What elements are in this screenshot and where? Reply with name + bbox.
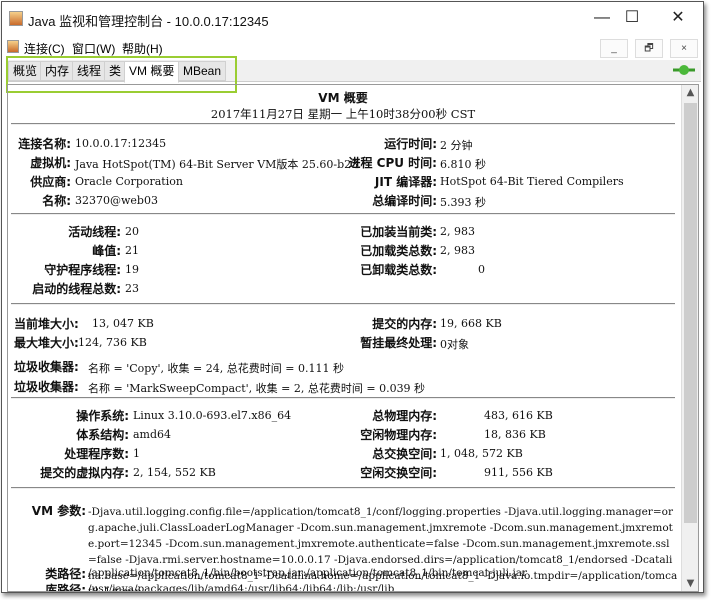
maximize-button[interactable]: ☐ bbox=[612, 6, 652, 30]
s2-right-value: 0 bbox=[478, 263, 485, 276]
s1-right-label: 进程 CPU 时间: bbox=[348, 156, 437, 170]
s1-right-value: HotSpot 64-Bit Tiered Compilers bbox=[440, 175, 624, 188]
gc-label: 垃圾收集器: bbox=[14, 380, 79, 394]
s4-left-value: Linux 3.10.0-693.el7.x86_64 bbox=[133, 409, 292, 422]
scroll-down-icon[interactable]: ▼ bbox=[682, 578, 698, 589]
libpath-value: /usr/java/packages/lib/amd64:/usr/lib64:… bbox=[88, 583, 395, 592]
vm-summary-panel: ▲ ▼ VM 概要 2017年11月27日 星期一 上午10时38分00秒 CS… bbox=[7, 84, 699, 592]
s1-left-label: 连接名称: bbox=[18, 137, 71, 151]
s4-right-label: 空闲物理内存: bbox=[360, 428, 437, 442]
classpath-value: /application/tomcat8_1/bin/bootstrap.jar… bbox=[88, 567, 527, 579]
vertical-scrollbar[interactable]: ▲ ▼ bbox=[681, 85, 698, 591]
s2-left-value: 23 bbox=[125, 282, 139, 295]
s1-left-value: 10.0.0.17:12345 bbox=[75, 137, 167, 150]
s3-right-value: 19, 668 KB bbox=[440, 317, 502, 330]
menu-connection[interactable]: 连接(C) bbox=[24, 40, 65, 57]
s4-right-value: 911, 556 KB bbox=[484, 466, 553, 479]
s4-left-label: 操作系统: bbox=[76, 409, 129, 423]
s1-right-value: 5.393 秒 bbox=[440, 196, 486, 209]
title-bar: Java 监视和管理控制台 - 10.0.0.17:12345 — ☐ ✕ bbox=[2, 2, 703, 36]
s2-left-label: 峰值: bbox=[92, 244, 121, 258]
inner-restore-button[interactable]: 🗗 bbox=[635, 39, 663, 58]
vm-args-label: VM 参数: bbox=[31, 504, 86, 518]
s4-right-value: 483, 616 KB bbox=[484, 409, 553, 422]
summary-title: VM 概要 bbox=[318, 91, 368, 105]
s3-left-label: 最大堆大小: bbox=[14, 336, 79, 350]
classpath-label: 类路径: bbox=[45, 567, 86, 581]
s4-right-value: 18, 836 KB bbox=[484, 428, 546, 441]
s2-right-value: 2, 983 bbox=[440, 244, 475, 257]
s2-left-value: 19 bbox=[125, 263, 139, 276]
s1-left-label: 名称: bbox=[42, 194, 71, 208]
close-button[interactable]: ✕ bbox=[658, 6, 698, 30]
divider bbox=[11, 123, 675, 125]
tab-memory[interactable]: 内存 bbox=[40, 61, 75, 81]
jconsole-window: Java 监视和管理控制台 - 10.0.0.17:12345 — ☐ ✕ 连接… bbox=[1, 1, 704, 593]
s4-right-label: 空闲交换空间: bbox=[360, 466, 437, 480]
s2-left-value: 20 bbox=[125, 225, 139, 238]
menu-window[interactable]: 窗口(W) bbox=[72, 40, 115, 57]
gc-value: 名称 = 'Copy', 收集 = 24, 总花费时间 = 0.111 秒 bbox=[88, 362, 344, 375]
java-icon bbox=[7, 40, 19, 53]
window-title: Java 监视和管理控制台 - 10.0.0.17:12345 bbox=[28, 14, 269, 29]
inner-close-button[interactable]: × bbox=[670, 39, 698, 58]
tab-bar: 概览 内存 线程 类 VM 概要 MBean bbox=[6, 60, 701, 83]
s2-left-label: 守护程序线程: bbox=[44, 263, 121, 277]
tab-mbean[interactable]: MBean bbox=[178, 61, 227, 81]
s2-right-label: 已加装当前类: bbox=[360, 225, 437, 239]
inner-minimize-button[interactable]: _ bbox=[600, 39, 628, 58]
s4-left-value: amd64 bbox=[133, 428, 172, 441]
s2-left-value: 21 bbox=[125, 244, 139, 257]
tab-classes[interactable]: 类 bbox=[104, 61, 127, 81]
menu-bar: 连接(C) 窗口(W) 帮助(H) _ 🗗 × bbox=[2, 38, 703, 58]
s4-left-value: 2, 154, 552 KB bbox=[133, 466, 216, 479]
s3-left-label: 当前堆大小: bbox=[14, 317, 79, 331]
s4-right-label: 总交换空间: bbox=[372, 447, 437, 461]
s1-right-label: JIT 编译器: bbox=[374, 175, 437, 189]
s4-left-label: 提交的虚拟内存: bbox=[40, 466, 129, 480]
s3-right-label: 提交的内存: bbox=[372, 317, 437, 331]
connection-status-icon bbox=[673, 65, 695, 75]
gc-value: 名称 = 'MarkSweepCompact', 收集 = 2, 总花费时间 =… bbox=[88, 382, 426, 395]
divider bbox=[11, 303, 675, 305]
s3-left-value: 124, 736 KB bbox=[78, 336, 147, 349]
s1-right-label: 运行时间: bbox=[384, 137, 437, 151]
s4-left-label: 处理程序数: bbox=[64, 447, 129, 461]
s4-left-label: 体系结构: bbox=[76, 428, 129, 442]
scroll-up-icon[interactable]: ▲ bbox=[682, 87, 698, 98]
s1-right-value: 2 分钟 bbox=[440, 139, 473, 152]
s4-right-label: 总物理内存: bbox=[372, 409, 437, 423]
s4-right-value: 1, 048, 572 KB bbox=[440, 447, 523, 460]
gc-label: 垃圾收集器: bbox=[14, 360, 79, 374]
s1-right-value: 6.810 秒 bbox=[440, 158, 486, 171]
s1-right-label: 总编译时间: bbox=[372, 194, 437, 208]
s2-left-label: 启动的线程总数: bbox=[32, 282, 121, 296]
s2-right-value: 2, 983 bbox=[440, 225, 475, 238]
tab-overview[interactable]: 概览 bbox=[8, 61, 43, 81]
divider bbox=[11, 487, 675, 489]
s1-left-label: 虚拟机: bbox=[30, 156, 71, 170]
tab-vm-summary[interactable]: VM 概要 bbox=[124, 61, 180, 83]
s3-right-value: 0对象 bbox=[440, 338, 469, 351]
scroll-thumb[interactable] bbox=[684, 103, 697, 523]
summary-datetime: 2017年11月27日 星期一 上午10时38分00秒 CST bbox=[210, 107, 476, 121]
libpath-label: 库路径: bbox=[45, 583, 86, 592]
menu-help[interactable]: 帮助(H) bbox=[122, 40, 163, 57]
s1-left-label: 供应商: bbox=[30, 175, 71, 189]
divider bbox=[11, 213, 675, 215]
s2-right-label: 已卸载类总数: bbox=[360, 263, 437, 277]
s3-left-value: 13, 047 KB bbox=[92, 317, 154, 330]
s1-left-value: Oracle Corporation bbox=[75, 175, 183, 188]
s4-left-value: 1 bbox=[133, 447, 140, 460]
s2-left-label: 活动线程: bbox=[68, 225, 121, 239]
s2-right-label: 已加载类总数: bbox=[360, 244, 437, 258]
divider bbox=[11, 397, 675, 399]
tab-threads[interactable]: 线程 bbox=[72, 61, 107, 81]
s3-right-label: 暂挂最终处理: bbox=[360, 336, 437, 350]
s1-left-value: 32370@web03 bbox=[75, 194, 158, 207]
java-app-icon bbox=[9, 11, 23, 26]
